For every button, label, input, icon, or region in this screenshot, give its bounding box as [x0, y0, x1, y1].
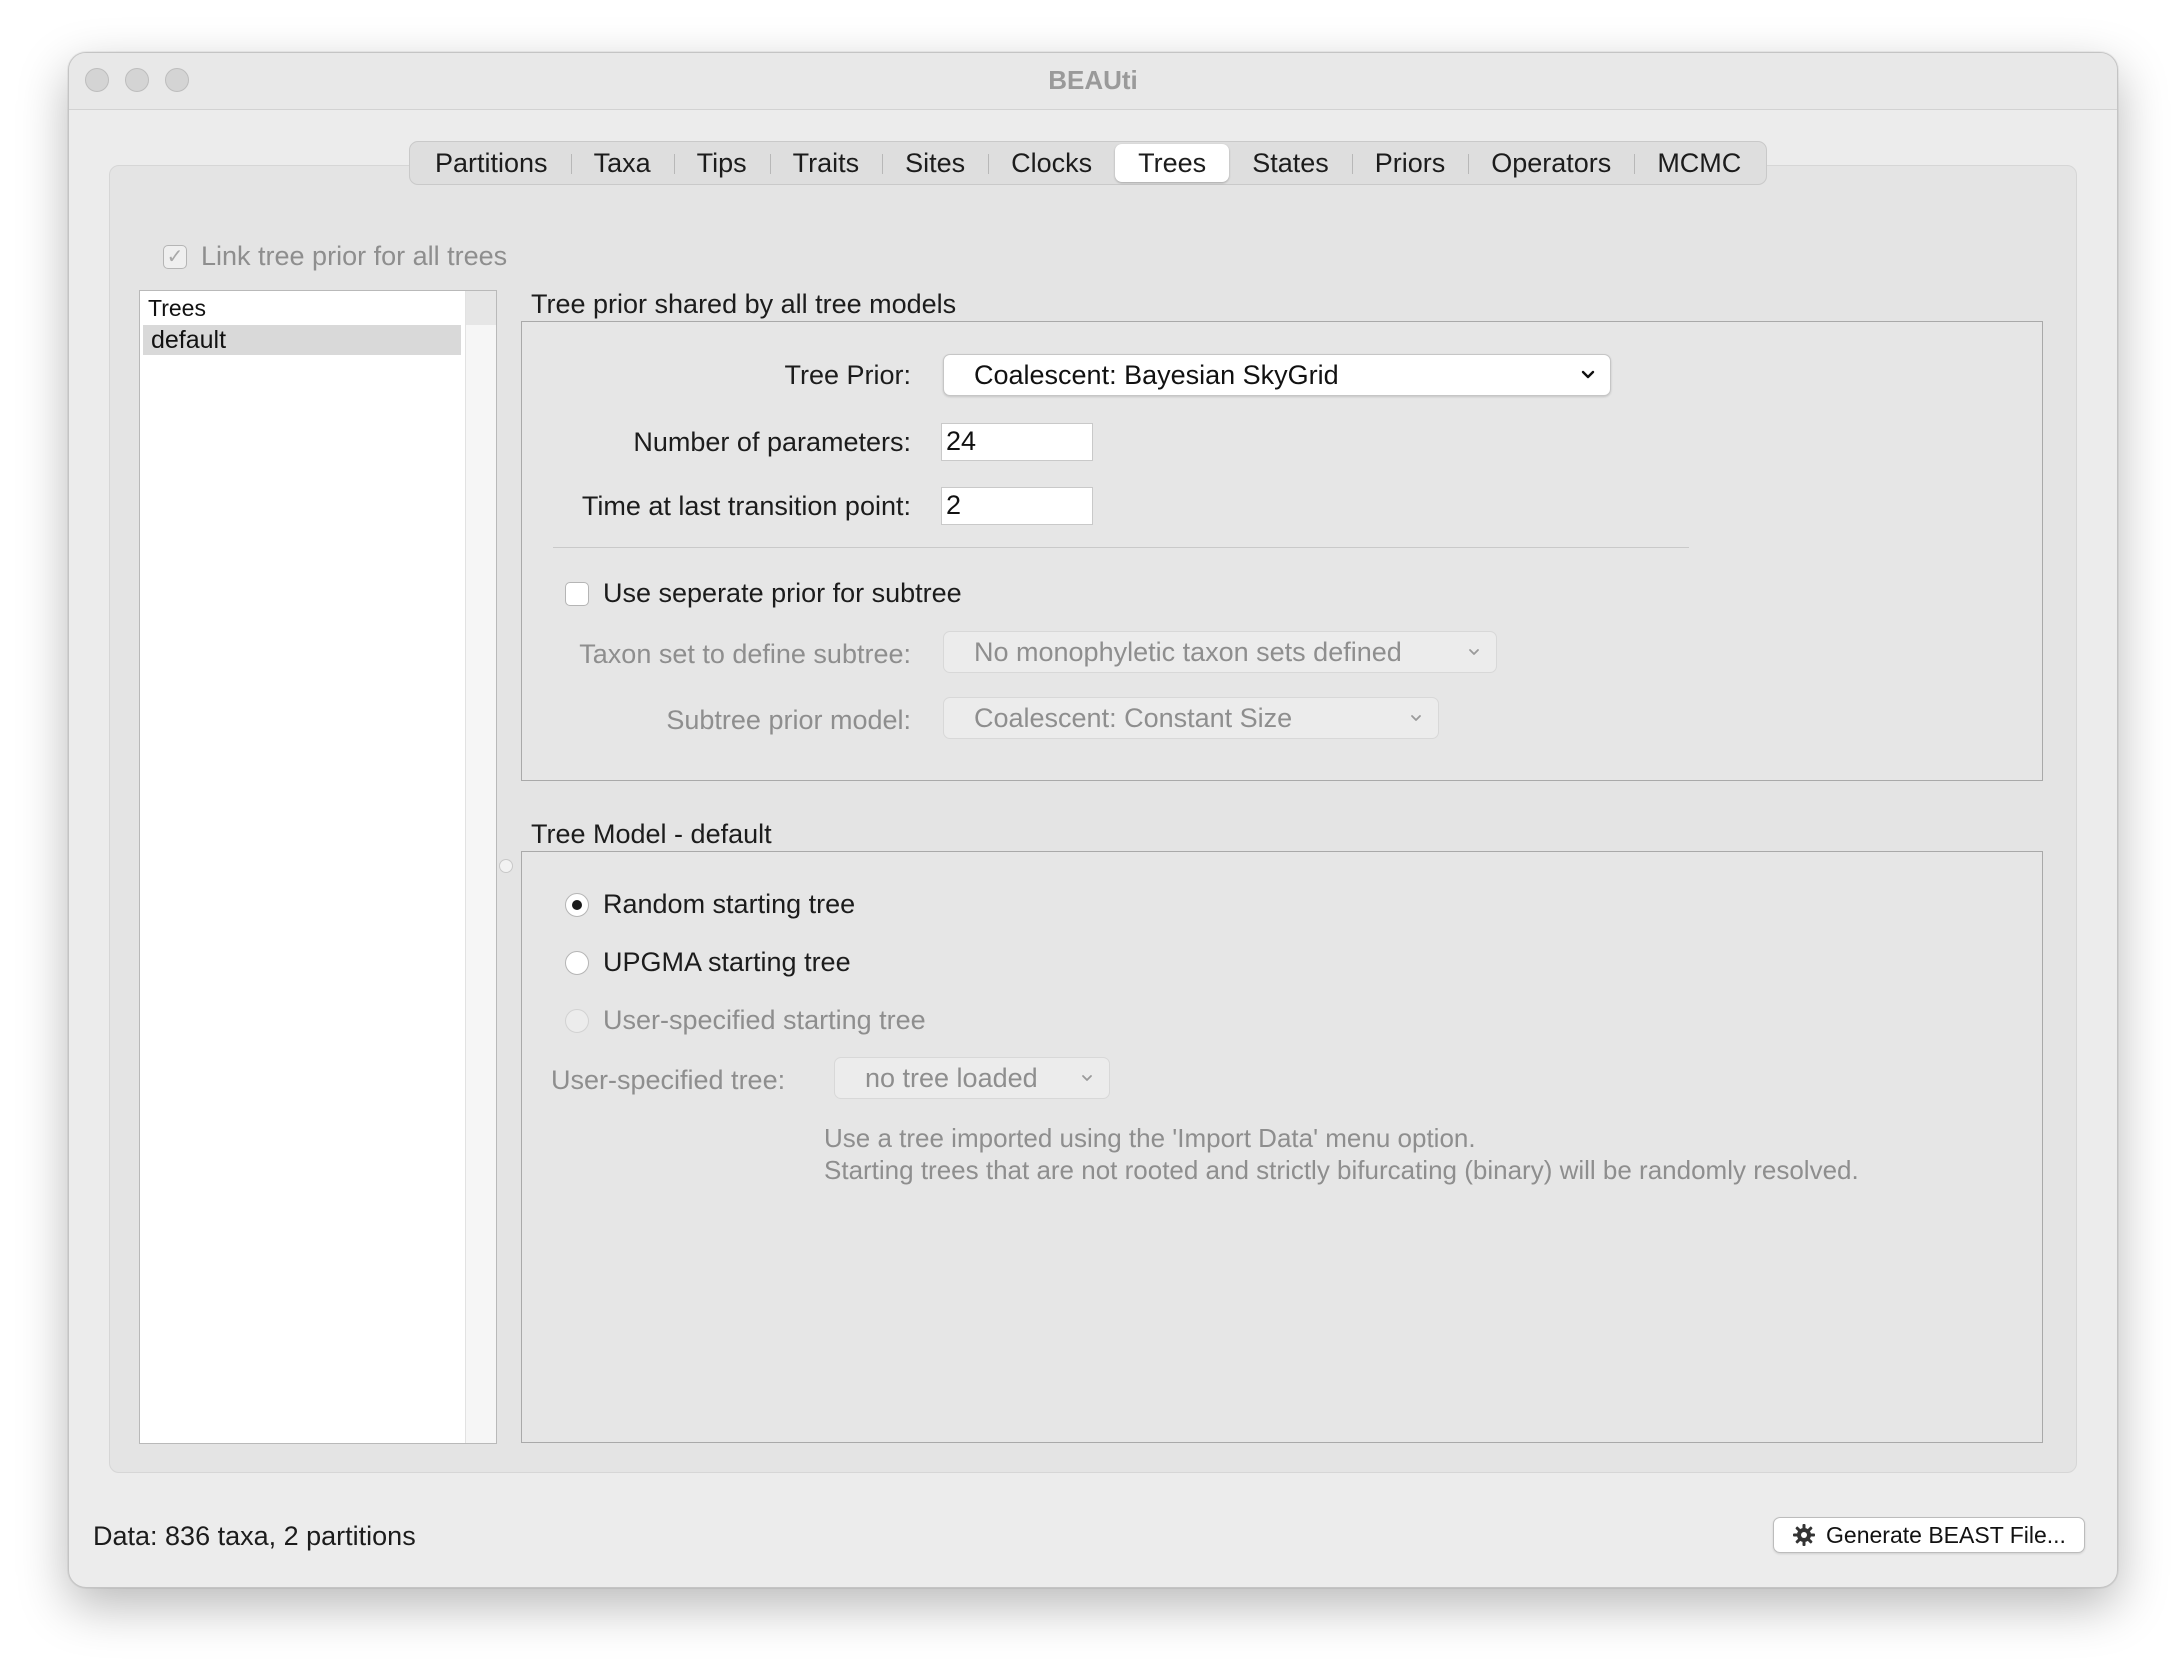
generate-button-label: Generate BEAST File... [1826, 1521, 2066, 1548]
tab-mcmc[interactable]: MCMC [1634, 144, 1764, 182]
chevron-down-icon [1581, 370, 1595, 379]
num-params-field[interactable]: 24 [941, 423, 1093, 461]
tree-prior-panel-title: Tree prior shared by all tree models [531, 289, 957, 319]
subtree-model-label: Subtree prior model: [666, 705, 911, 735]
user-tree-dropdown[interactable]: no tree loaded [834, 1057, 1110, 1099]
num-params-label: Number of parameters: [633, 427, 911, 457]
radio-upgma-row: UPGMA starting tree [565, 947, 851, 978]
radio-user-row: User-specified starting tree [565, 1005, 926, 1036]
window-title: BEAUti [1048, 65, 1138, 95]
time-last-transition-field[interactable]: 2 [941, 487, 1093, 525]
tab-sites[interactable]: Sites [882, 144, 988, 182]
generate-beast-file-button[interactable]: Generate BEAST File... [1773, 1517, 2085, 1553]
chevron-down-icon [1411, 715, 1421, 721]
random-tree-label: Random starting tree [603, 889, 856, 919]
beauti-window: BEAUti Partitions Taxa Tips Traits Sites… [68, 52, 2118, 1588]
subtree-prior-label: Use seperate prior for subtree [603, 578, 962, 608]
upgma-tree-label: UPGMA starting tree [603, 947, 851, 977]
list-scrollbar-head [466, 291, 496, 325]
time-last-transition-label: Time at last transition point: [581, 491, 911, 521]
separator [553, 547, 1689, 548]
radio-selected-dot [572, 899, 582, 910]
tab-states[interactable]: States [1229, 144, 1352, 182]
tab-traits[interactable]: Traits [769, 144, 883, 182]
help-text-line-1: Use a tree imported using the 'Import Da… [824, 1123, 1476, 1153]
tree-prior-value: Coalescent: Bayesian SkyGrid [974, 360, 1339, 390]
subtree-prior-row: Use seperate prior for subtree [565, 578, 962, 609]
help-text-line-2: Starting trees that are not rooted and s… [824, 1155, 1859, 1185]
user-tree-radio-label: User-specified starting tree [603, 1005, 926, 1035]
user-tree-radio[interactable] [565, 1008, 589, 1033]
tree-model-panel-title: Tree Model - default [531, 819, 772, 849]
tab-partitions[interactable]: Partitions [412, 144, 571, 182]
link-tree-prior-label: Link tree prior for all trees [201, 241, 508, 271]
tab-trees[interactable]: Trees [1115, 144, 1230, 182]
split-pane-handle[interactable] [499, 859, 513, 873]
gear-icon [1793, 1524, 1816, 1546]
tree-prior-label: Tree Prior: [784, 360, 911, 390]
tab-bar: Partitions Taxa Tips Traits Sites Clocks… [409, 141, 1768, 185]
list-scrollbar[interactable] [465, 291, 496, 1443]
title-bar: BEAUti [69, 53, 2117, 110]
status-data-text: Data: 836 taxa, 2 partitions [93, 1521, 416, 1551]
taxon-set-value: No monophyletic taxon sets defined [974, 637, 1402, 667]
subtree-model-value: Coalescent: Constant Size [974, 703, 1293, 733]
tree-prior-dropdown[interactable]: Coalescent: Bayesian SkyGrid [943, 354, 1611, 396]
radio-random-row: Random starting tree [565, 889, 855, 920]
trees-list-header: Trees [148, 295, 206, 321]
tab-tips[interactable]: Tips [673, 144, 770, 182]
user-tree-value: no tree loaded [865, 1063, 1038, 1093]
user-specified-tree-label: User-specified tree: [551, 1065, 786, 1095]
upgma-tree-radio[interactable] [565, 950, 589, 975]
tab-clocks[interactable]: Clocks [988, 144, 1115, 182]
checkmark-icon: ✓ [166, 245, 184, 268]
tab-priors[interactable]: Priors [1351, 144, 1469, 182]
tab-operators[interactable]: Operators [1468, 144, 1634, 182]
chevron-down-icon [1082, 1075, 1092, 1081]
subtree-prior-checkbox[interactable] [565, 581, 589, 606]
link-tree-prior-checkbox[interactable]: ✓ [163, 244, 187, 269]
list-item[interactable]: default [143, 325, 461, 355]
taxon-set-dropdown[interactable]: No monophyletic taxon sets defined [943, 631, 1497, 673]
tab-taxa[interactable]: Taxa [570, 144, 674, 182]
trees-list[interactable]: Trees default [139, 290, 497, 1444]
link-tree-prior-row: ✓ Link tree prior for all trees [163, 241, 507, 272]
chevron-down-icon [1469, 649, 1479, 655]
taxon-set-label: Taxon set to define subtree: [579, 639, 911, 669]
subtree-model-dropdown[interactable]: Coalescent: Constant Size [943, 697, 1439, 739]
random-tree-radio[interactable] [565, 892, 589, 917]
